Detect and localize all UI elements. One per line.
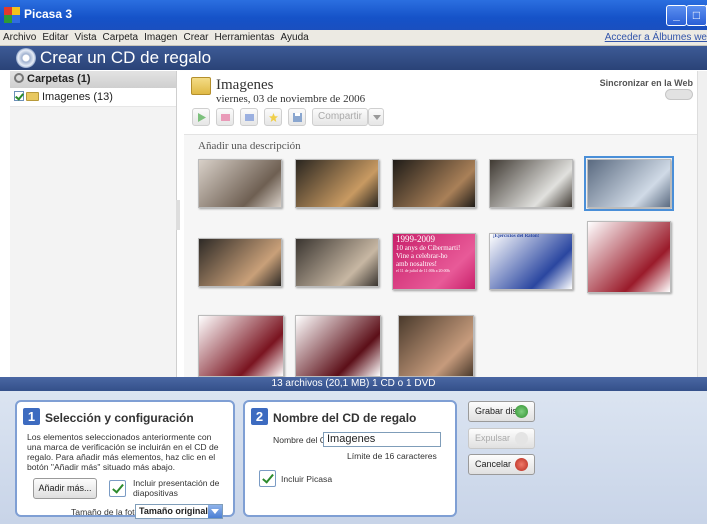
vertical-scrollbar[interactable] xyxy=(697,71,707,377)
folder-icon xyxy=(26,92,39,101)
add-more-button[interactable]: Añadir más... xyxy=(33,478,97,499)
thumbnail-text: 10 anys de Cibermarti! xyxy=(396,244,461,252)
star-icon xyxy=(269,113,278,122)
save-icon xyxy=(293,113,302,122)
chevron-down-icon xyxy=(208,505,222,518)
collage-icon xyxy=(245,114,254,121)
cancel-button[interactable]: Cancelar xyxy=(468,454,535,475)
thumbnail-photo-6[interactable] xyxy=(198,238,282,287)
thumbnail-web-page-2[interactable] xyxy=(587,221,671,293)
thumbnail-photo-3[interactable] xyxy=(392,159,476,208)
gift-cd-header: Crear un CD de regalo xyxy=(0,46,707,70)
photo-size-value: Tamaño original xyxy=(139,506,208,516)
thumbnail-poster-cibermarti[interactable]: 1999-2009 10 anys de Cibermarti! Vine a ce… xyxy=(392,233,476,290)
menu-archivo[interactable]: Archivo xyxy=(0,30,39,45)
album-header: Imagenes viernes, 03 de noviembre de 200… xyxy=(184,71,707,135)
menu-editar[interactable]: Editar xyxy=(39,30,71,45)
include-picasa-checkbox[interactable] xyxy=(259,470,276,487)
folders-heading[interactable]: Carpetas (1) xyxy=(10,71,176,88)
slideshow-label: Incluir presentación de diapositivas xyxy=(133,478,220,498)
status-bar: 13 archivos (20,1 MB) 1 CD o 1 DVD xyxy=(0,377,707,391)
thumbnail-web-page-1[interactable]: ¡Ejercicios del Ratón! xyxy=(489,233,573,290)
step2-panel: 2 Nombre del CD de regalo Nombre del CD … xyxy=(243,400,457,517)
thumbnail-text: ¡Ejercicios del Ratón! xyxy=(493,234,540,239)
thumbnail-photo-1[interactable] xyxy=(198,159,282,208)
minimize-button[interactable]: _ xyxy=(666,5,687,26)
step1-number: 1 xyxy=(23,408,40,425)
share-button[interactable]: Compartir xyxy=(312,108,368,126)
thumbnail-photo-7[interactable] xyxy=(295,238,379,287)
cd-icon xyxy=(16,48,36,68)
thumbnail-text: 1999-2009 xyxy=(396,234,435,244)
step1-instructions: Los elementos seleccionados anteriorment… xyxy=(27,432,219,472)
album-view: Imagenes viernes, 03 de noviembre de 200… xyxy=(184,71,707,377)
thumbnail-photo-4[interactable] xyxy=(489,159,573,208)
eject-icon xyxy=(515,432,528,445)
thumbnail-text: amb nosaltres! xyxy=(396,260,438,268)
play-button[interactable] xyxy=(192,108,210,126)
album-description[interactable]: Añadir una descripción xyxy=(198,140,301,152)
play-icon xyxy=(198,113,206,122)
menu-carpeta[interactable]: Carpeta xyxy=(100,30,142,45)
folder-panel: Carpetas (1) Imagenes (13) xyxy=(10,71,177,377)
thumbnail-photo-2[interactable] xyxy=(295,159,379,208)
menu-bar: Archivo Editar Vista Carpeta Imagen Crea… xyxy=(0,30,707,46)
checkmark-icon xyxy=(515,405,528,418)
album-name: Imagenes xyxy=(216,77,274,93)
slideshow-button[interactable] xyxy=(216,108,234,126)
photo-size-select[interactable]: Tamaño original xyxy=(135,504,223,519)
maximize-button[interactable]: □ xyxy=(686,5,707,26)
collage-button[interactable] xyxy=(240,108,258,126)
step2-title: Nombre del CD de regalo xyxy=(273,411,417,425)
sync-label: Sincronizar en la Web xyxy=(599,78,693,88)
menu-herramientas[interactable]: Herramientas xyxy=(212,30,278,45)
menu-crear[interactable]: Crear xyxy=(180,30,211,45)
panel-splitter[interactable] xyxy=(176,200,180,230)
folders-heading-label: Carpetas (1) xyxy=(27,73,91,85)
step1-panel: 1 Selección y configuración Los elemento… xyxy=(15,400,235,519)
search-icon xyxy=(14,73,24,83)
cancel-icon xyxy=(515,458,528,471)
thumbnail-web-page-3[interactable] xyxy=(198,315,284,377)
save-button[interactable] xyxy=(288,108,306,126)
menu-imagen[interactable]: Imagen xyxy=(141,30,180,45)
share-dropdown-button[interactable] xyxy=(368,108,384,126)
picasa-app-icon xyxy=(4,7,20,23)
folder-item-label: Imagenes (13) xyxy=(42,91,113,103)
include-picasa-label: Incluir Picasa xyxy=(281,474,333,484)
cancel-label: Cancelar xyxy=(475,459,512,469)
char-limit-hint: Límite de 16 caracteres xyxy=(347,451,437,461)
eject-button[interactable]: Expulsar xyxy=(468,428,535,449)
menu-vista[interactable]: Vista xyxy=(71,30,99,45)
gift-cd-tray: 1 Selección y configuración Los elemento… xyxy=(0,391,707,524)
burn-disc-button[interactable]: Grabar disco xyxy=(468,401,535,422)
folder-checkbox[interactable] xyxy=(14,91,24,101)
thumbnail-text: Vine a celebrar-ho xyxy=(396,252,448,260)
album-date: viernes, 03 de noviembre de 2006 xyxy=(216,93,366,105)
slideshow-checkbox[interactable] xyxy=(109,480,126,497)
step1-title: Selección y configuración xyxy=(45,411,194,425)
sync-toggle[interactable] xyxy=(665,89,693,100)
web-albums-link[interactable]: Acceder a Álbumes we xyxy=(605,32,707,43)
folder-item-imagenes[interactable]: Imagenes (13) xyxy=(10,88,176,107)
thumbnail-text: el 11 de juliol de 11:00h a 20:00h xyxy=(396,268,450,273)
window-title: Picasa 3 xyxy=(24,7,73,21)
page-title: Crear un CD de regalo xyxy=(40,48,212,67)
slideshow-icon xyxy=(221,114,230,121)
menu-ayuda[interactable]: Ayuda xyxy=(278,30,312,45)
thumbnail-web-page-4[interactable] xyxy=(295,315,381,377)
folder-icon xyxy=(191,77,211,95)
photo-size-label: Tamaño de la foto xyxy=(71,507,140,517)
step2-number: 2 xyxy=(251,408,268,425)
eject-label: Expulsar xyxy=(475,433,511,443)
star-button[interactable] xyxy=(264,108,282,126)
thumbnail-photo-5[interactable] xyxy=(584,156,674,211)
window-titlebar: Picasa 3 _ □ xyxy=(0,0,707,30)
cd-name-input[interactable]: Imagenes xyxy=(323,432,441,447)
thumbnail-photo-speaker[interactable] xyxy=(398,315,474,377)
